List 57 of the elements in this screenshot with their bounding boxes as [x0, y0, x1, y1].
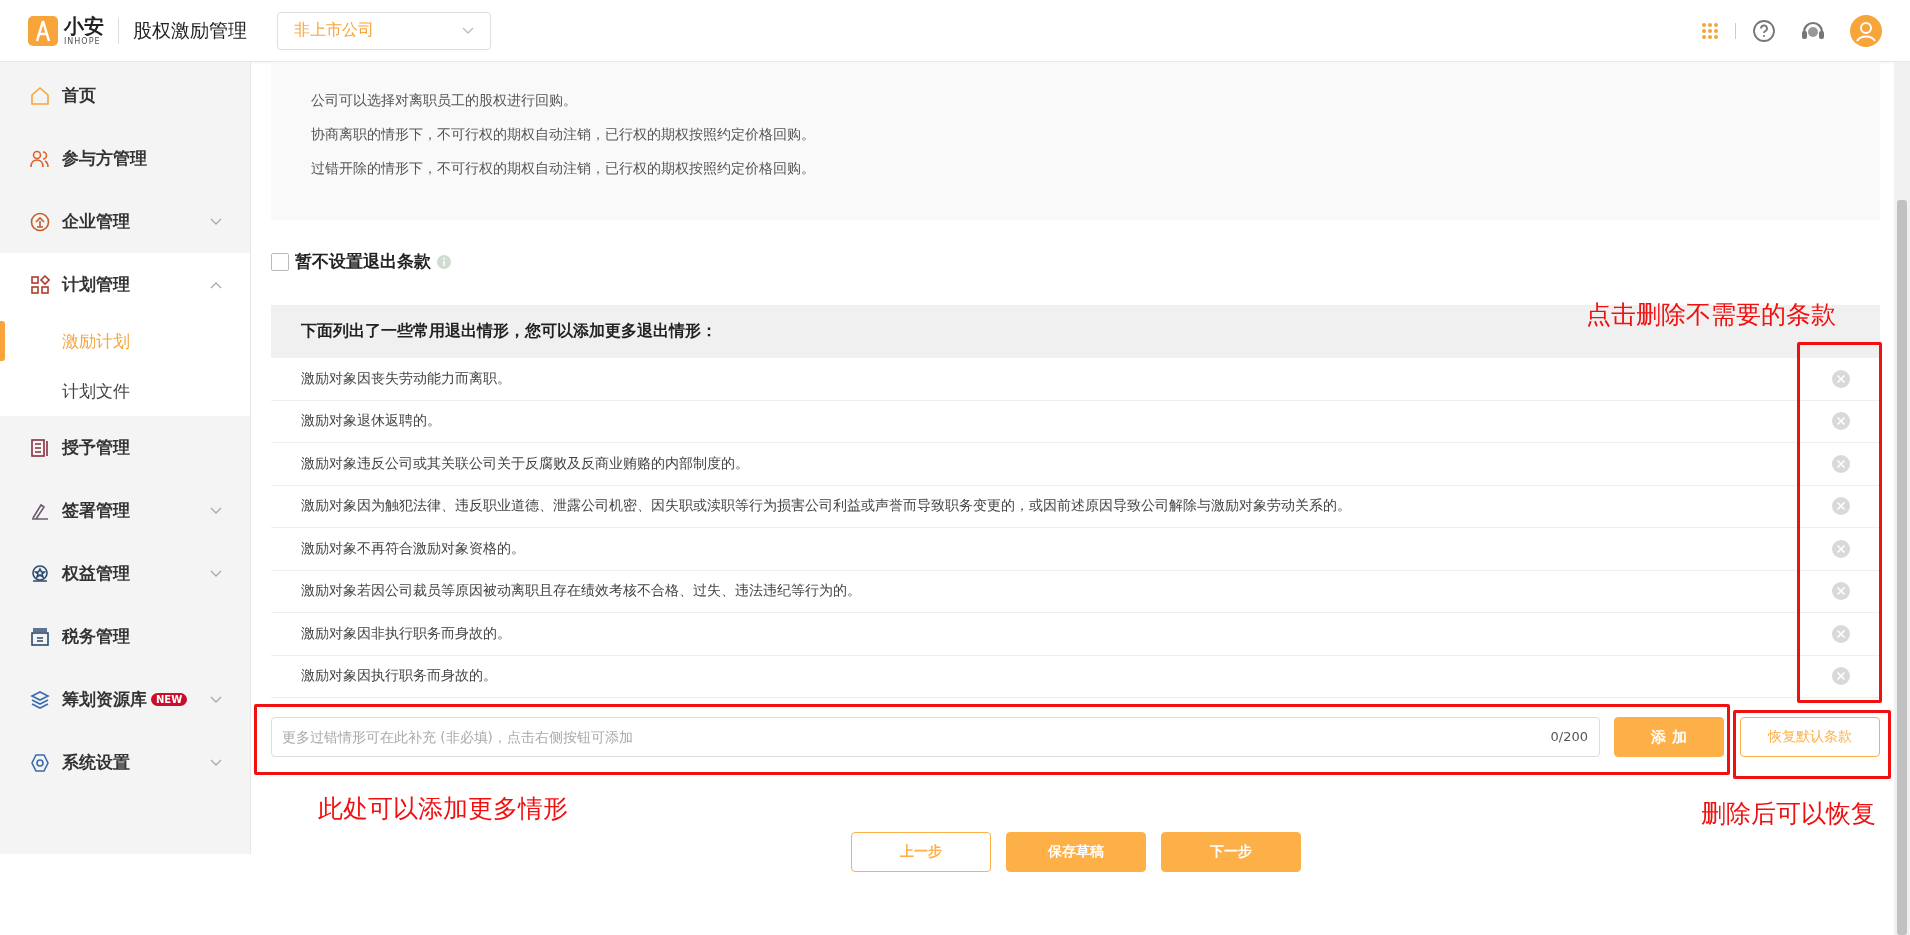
nav-item[interactable]: 系统设置 — [0, 731, 250, 794]
apps-grid-icon[interactable] — [1701, 21, 1719, 40]
new-badge: NEW — [151, 693, 188, 706]
character-counter: 0/200 — [1550, 729, 1588, 744]
remove-icon[interactable] — [1832, 582, 1850, 601]
section-title: 下面列出了一些常用退出情形，您可以添加更多退出情形： — [301, 321, 717, 342]
menu-icon — [30, 437, 50, 458]
annotation-text: 删除后可以恢复 — [1701, 798, 1876, 830]
menu-icon — [30, 274, 50, 295]
nav-item[interactable]: 签署管理 — [0, 479, 250, 542]
scrollbar[interactable] — [1894, 62, 1910, 935]
info-icon — [437, 254, 451, 269]
clause-text: 激励对象不再符合激励对象资格的。 — [301, 539, 526, 558]
nav-item[interactable]: 计划管理 — [0, 253, 250, 316]
info-text: 协商离职的情形下，不可行权的期权自动注销，已行权的期权按照约定价格回购。 — [311, 126, 816, 144]
nav-item[interactable]: 首页 — [0, 64, 250, 127]
remove-icon[interactable] — [1832, 497, 1850, 516]
logo-subtext: INHOPE — [64, 37, 102, 46]
menu-icon — [30, 689, 50, 710]
menu-icon — [30, 85, 50, 106]
annotation-text: 此处可以添加更多情形 — [318, 793, 568, 825]
menu-icon — [30, 563, 50, 584]
help-icon[interactable] — [1752, 18, 1776, 43]
remove-icon[interactable] — [1832, 539, 1850, 558]
checkbox-label: 暂不设置退出条款 — [295, 250, 431, 273]
nav-subitem[interactable]: 计划文件 — [0, 366, 250, 416]
menu-icon — [30, 211, 50, 232]
nav-item[interactable]: 企业管理 — [0, 190, 250, 253]
annotation-text: 点击删除不需要的条款 — [1586, 299, 1836, 331]
nav-item[interactable]: 权益管理 — [0, 542, 250, 605]
clause-text: 激励对象退休返聘的。 — [301, 412, 442, 431]
nav-item[interactable]: 授予管理 — [0, 416, 250, 479]
menu-icon — [30, 626, 50, 647]
checkbox[interactable] — [271, 252, 289, 271]
menu-icon — [30, 752, 50, 773]
menu-icon — [30, 148, 50, 169]
clause-text: 激励对象因执行职务而身故的。 — [301, 667, 498, 686]
remove-icon[interactable] — [1832, 624, 1850, 643]
clause-text: 激励对象因为触犯法律、违反职业道德、泄露公司机密、因失职或渎职等行为损害公司利益或声誉而导致职务变更的，或因前述原因导致公司解除与激励对象劳动关系的。 — [301, 497, 1352, 516]
clause-text: 激励对象因非执行职务而身故的。 — [301, 624, 512, 643]
remove-icon[interactable] — [1832, 369, 1850, 388]
logo-text: 小安 — [64, 15, 104, 36]
remove-icon[interactable] — [1832, 454, 1850, 473]
app-title: 股权激励管理 — [118, 17, 247, 44]
info-text: 公司可以选择对离职员工的股权进行回购。 — [311, 92, 578, 110]
remove-icon[interactable] — [1832, 412, 1850, 431]
remove-icon[interactable] — [1832, 667, 1850, 686]
clause-text: 激励对象若因公司裁员等原因被动离职且存在绩效考核不合格、过失、违法违纪等行为的。 — [301, 582, 862, 601]
logo-icon — [28, 15, 58, 46]
clause-text: 激励对象违反公司或其关联公司关于反腐败及反商业贿赂的内部制度的。 — [301, 454, 750, 473]
clause-text: 激励对象因丧失劳动能力而离职。 — [301, 369, 512, 388]
avatar-icon[interactable] — [1850, 14, 1882, 47]
info-text: 过错开除的情形下，不可行权的期权自动注销，已行权的期权按照约定价格回购。 — [311, 160, 816, 178]
nav-item[interactable]: 参与方管理 — [0, 127, 250, 190]
nav-item[interactable]: 筹划资源库 NEW — [0, 668, 250, 731]
chevron-down-icon — [462, 26, 474, 35]
nav-item[interactable]: 税务管理 — [0, 605, 250, 668]
